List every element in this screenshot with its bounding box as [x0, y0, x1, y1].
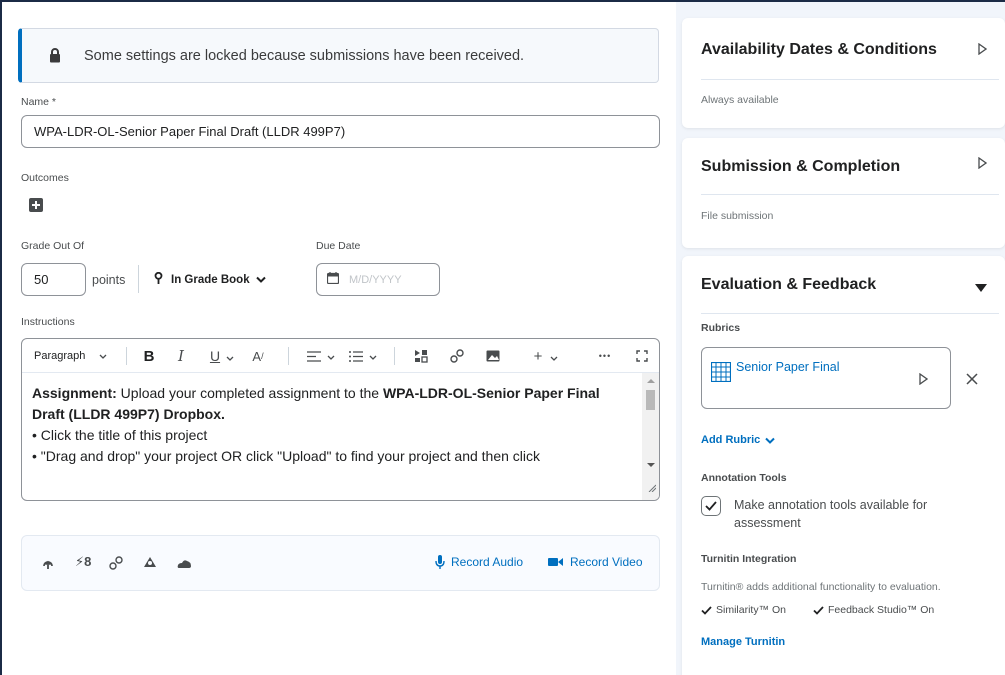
instructions-editor[interactable]: Paragraph B I U A / + ••• Assignment: Upl… [21, 338, 660, 501]
onedrive-icon[interactable] [177, 556, 192, 574]
grade-book-dropdown[interactable]: In Grade Book [154, 271, 266, 287]
points-label: points [92, 273, 126, 287]
grade-book-label: In Grade Book [171, 273, 250, 286]
turnitin-label: Turnitin Integration [701, 553, 797, 565]
grade-input[interactable]: 50 [21, 263, 86, 296]
card-divider [701, 79, 999, 80]
scroll-down-icon[interactable] [647, 463, 655, 467]
manage-turnitin-link[interactable]: Manage Turnitin [701, 636, 785, 648]
remove-rubric-close-icon[interactable] [966, 372, 978, 390]
evaluation-title: Evaluation & Feedback [701, 276, 877, 293]
name-label: Name * [21, 96, 57, 108]
record-video-button[interactable]: Record Video [548, 555, 643, 569]
bold-icon[interactable]: B [138, 339, 160, 373]
divider [138, 265, 139, 293]
fullscreen-icon[interactable] [632, 339, 652, 373]
expand-icon[interactable] [978, 42, 988, 60]
name-input[interactable]: WPA-LDR-OL-Senior Paper Final Draft (LLD… [21, 115, 660, 148]
scroll-thumb[interactable] [646, 390, 655, 410]
chevron-down-icon [765, 437, 775, 444]
similarity-status: Similarity™ On [701, 604, 786, 616]
list-item: • Click the title of this project [32, 427, 208, 443]
card-divider [701, 313, 999, 314]
checkmark-icon [813, 605, 824, 615]
attachment-bar: ⚡8 Record Audio Record Video [21, 535, 660, 591]
feedback-studio-status: Feedback Studio™ On [813, 604, 934, 616]
checkmark-icon [705, 501, 717, 511]
add-rubric-button[interactable]: Add Rubric [701, 434, 775, 446]
pin-icon [154, 271, 163, 287]
annotation-checkbox-label[interactable]: Make annotation tools available for asse… [734, 496, 984, 532]
outcomes-label: Outcomes [21, 172, 69, 184]
submission-title: Submission & Completion [701, 158, 901, 175]
submission-summary: File submission [701, 210, 774, 222]
expand-icon[interactable] [978, 156, 988, 174]
rubrics-label: Rubrics [701, 322, 741, 334]
image-icon[interactable] [484, 339, 502, 373]
due-date-placeholder: M/D/YYYY [349, 273, 402, 286]
lock-icon [44, 48, 66, 63]
availability-title: Availability Dates & Conditions [701, 41, 937, 58]
list-item: • "Drag and drop" your project OR click … [32, 448, 541, 464]
checkmark-icon [701, 605, 712, 615]
italic-icon[interactable]: I [172, 339, 190, 373]
underline-icon[interactable]: U [206, 339, 238, 373]
assignment-editor: Some settings are locked because submiss… [0, 0, 676, 675]
toolbar-separator [394, 347, 395, 365]
turnitin-description: Turnitin® adds additional functionality … [701, 581, 941, 593]
calendar-icon [326, 272, 340, 287]
settings-sidebar: Availability Dates & Conditions Always a… [676, 0, 1005, 675]
paragraph-dropdown[interactable]: Paragraph [34, 339, 107, 373]
card-divider [701, 194, 999, 195]
scroll-up-icon[interactable] [647, 379, 655, 383]
instructions-label: Instructions [21, 316, 75, 328]
editor-content[interactable]: Assignment: Upload your completed assign… [32, 383, 632, 467]
chevron-down-icon [255, 274, 266, 286]
due-date-input[interactable]: M/D/YYYY [316, 263, 440, 296]
more-actions-icon[interactable]: ••• [594, 339, 616, 373]
annotation-checkbox[interactable] [701, 496, 721, 516]
align-icon[interactable] [304, 339, 338, 373]
grid-icon [710, 361, 732, 387]
rubric-card[interactable]: Senior Paper Final [701, 347, 951, 409]
google-drive-icon[interactable] [143, 556, 157, 574]
grade-out-of-label: Grade Out Of [21, 240, 85, 252]
rubric-expand-icon[interactable] [919, 372, 929, 390]
insert-stuff-icon[interactable] [412, 339, 430, 373]
alert-message: Some settings are locked because submiss… [84, 47, 525, 64]
record-audio-button[interactable]: Record Audio [435, 555, 523, 569]
list-icon[interactable] [346, 339, 380, 373]
toolbar-separator [288, 347, 289, 365]
locked-settings-alert: Some settings are locked because submiss… [18, 28, 659, 83]
submission-card[interactable]: Submission & Completion File submission [682, 138, 1005, 248]
collapse-icon[interactable] [975, 280, 987, 298]
add-outcome-icon[interactable] [29, 198, 43, 212]
availability-summary: Always available [701, 94, 779, 106]
editor-toolbar: Paragraph B I U A / + ••• [22, 339, 659, 373]
resize-handle-icon[interactable] [648, 479, 657, 497]
annotation-tools-label: Annotation Tools [701, 472, 787, 484]
toolbar-separator [126, 347, 127, 365]
upload-icon[interactable] [41, 556, 55, 575]
link-icon[interactable] [109, 556, 123, 575]
quicklink-icon[interactable]: ⚡8 [75, 554, 91, 570]
link-icon[interactable] [448, 339, 466, 373]
availability-card[interactable]: Availability Dates & Conditions Always a… [682, 18, 1005, 128]
text-color-icon[interactable]: A / [248, 339, 268, 373]
chevron-down-icon [99, 350, 107, 362]
video-camera-icon [548, 558, 563, 566]
due-date-label: Due Date [316, 240, 361, 252]
rubric-name-link[interactable]: Senior Paper Final [736, 360, 840, 374]
assignment-paragraph: Assignment: Upload your completed assign… [32, 385, 600, 422]
microphone-icon [435, 555, 445, 569]
insert-plus-icon[interactable]: + [526, 339, 566, 373]
